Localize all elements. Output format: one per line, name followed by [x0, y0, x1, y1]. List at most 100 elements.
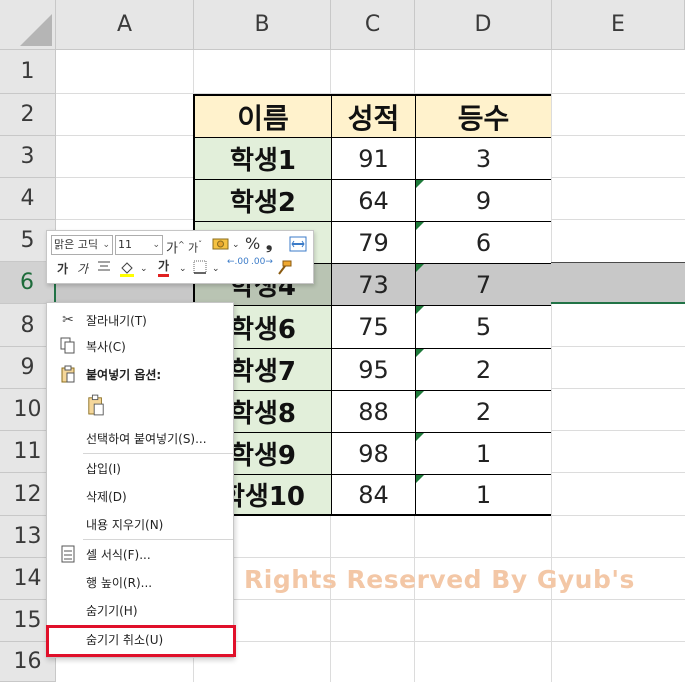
menu-item-label: 숨기기(H) — [86, 603, 138, 618]
chevron-down-icon[interactable]: ⌄ — [232, 235, 240, 255]
menu-item-label: 붙여넣기 옵션: — [86, 367, 162, 382]
table-cell-rank[interactable]: 2 — [416, 391, 551, 433]
menu-item-label: 복사(C) — [86, 339, 126, 354]
table-header-rank[interactable]: 등수 — [416, 96, 551, 138]
table-header-score[interactable]: 성적 — [332, 96, 416, 138]
error-indicator-icon — [416, 475, 424, 483]
chevron-down-icon[interactable]: ⌄ — [212, 259, 220, 279]
table-cell-rank[interactable]: 1 — [416, 433, 551, 475]
table-cell-score[interactable]: 73 — [332, 264, 416, 306]
italic-icon[interactable]: 가 — [77, 259, 88, 279]
table-cell-name[interactable]: 학생2 — [195, 180, 332, 222]
row-header-3[interactable]: 3 — [0, 136, 56, 178]
error-indicator-icon — [416, 180, 424, 188]
menu-item-paste-special[interactable]: 선택하여 붙여넣기(S)... — [47, 425, 233, 451]
error-indicator-icon — [416, 349, 424, 357]
menu-separator — [83, 539, 233, 540]
shrink-font-icon[interactable]: 가ˇ — [188, 235, 202, 259]
grow-font-icon[interactable]: 가^ — [166, 235, 185, 259]
table-cell-score[interactable]: 95 — [332, 349, 416, 391]
chevron-down-icon[interactable]: ⌄ — [179, 259, 187, 279]
table-cell-rank[interactable]: 9 — [416, 180, 551, 222]
menu-item-clear-contents[interactable]: 내용 지우기(N) — [47, 511, 233, 537]
row-header-4[interactable]: 4 — [0, 178, 56, 220]
table-cell-name[interactable]: 학생1 — [195, 138, 332, 180]
column-header-b[interactable]: B — [194, 0, 331, 50]
paste-button[interactable] — [47, 391, 233, 423]
menu-item-delete[interactable]: 삭제(D) — [47, 483, 233, 509]
table-cell-rank[interactable]: 1 — [416, 475, 551, 514]
align-center-icon[interactable] — [96, 259, 112, 282]
comma-style-icon[interactable]: ❟ — [266, 234, 272, 254]
menu-item-row-height[interactable]: 행 높이(R)... — [47, 569, 233, 595]
table-cell-rank[interactable]: 3 — [416, 138, 551, 180]
context-menu: ✂ 잘라내기(T) 복사(C) 붙여넣기 옵션: 선택하여 붙여넣기(S)...… — [46, 302, 234, 658]
format-cells-icon — [59, 544, 77, 564]
column-header-a[interactable]: A — [56, 0, 194, 50]
mini-toolbar: 맑은 고딕 ⌄ 11 ⌄ 가^ 가ˇ ⌄ % ❟ 가 가 ⌄ 가 ⌄ ⌄ ←.0… — [46, 230, 314, 284]
menu-item-copy[interactable]: 복사(C) — [47, 333, 233, 359]
table-cell-rank-value: 2 — [475, 397, 492, 426]
table-cell-score[interactable]: 88 — [332, 391, 416, 433]
error-indicator-icon — [416, 264, 424, 272]
borders-icon[interactable] — [192, 259, 208, 282]
menu-item-insert[interactable]: 삽입(I) — [47, 455, 233, 481]
table-cell-rank[interactable]: 5 — [416, 306, 551, 349]
table-cell-score[interactable]: 91 — [332, 138, 416, 180]
table-cell-score[interactable]: 84 — [332, 475, 416, 514]
column-header-d[interactable]: D — [415, 0, 552, 50]
chevron-down-icon[interactable]: ⌄ — [140, 259, 148, 279]
menu-item-hide[interactable]: 숨기기(H) — [47, 597, 233, 623]
watermark-text: Rights Reserved By Gyub's — [244, 565, 635, 594]
table-cell-rank-value: 7 — [475, 270, 492, 299]
table-cell-rank[interactable]: 2 — [416, 349, 551, 391]
menu-item-label: 선택하여 붙여넣기(S)... — [86, 431, 207, 446]
format-painter-icon[interactable] — [275, 259, 293, 284]
font-color-icon[interactable]: 가 — [158, 258, 170, 277]
font-name-box[interactable]: 맑은 고딕 ⌄ — [51, 235, 113, 255]
menu-separator — [83, 453, 233, 454]
increase-decimal-icon[interactable]: ←.00 — [227, 257, 249, 267]
wrap-text-icon[interactable] — [289, 235, 307, 260]
column-header-e[interactable]: E — [552, 0, 685, 50]
table-cell-score[interactable]: 64 — [332, 180, 416, 222]
copy-icon — [59, 336, 77, 356]
menu-item-label: 삭제(D) — [86, 489, 127, 504]
table-cell-rank-value: 5 — [475, 313, 492, 341]
paste-icon — [87, 394, 105, 416]
menu-item-label: 잘라내기(T) — [86, 313, 147, 328]
table-cell-rank-value: 2 — [475, 355, 492, 384]
highlight-box — [46, 625, 236, 657]
menu-item-format-cells[interactable]: 셀 서식(F)... — [47, 541, 233, 567]
table-cell-rank-value: 1 — [475, 480, 492, 509]
menu-item-label: 삽입(I) — [86, 461, 121, 476]
column-header-c[interactable]: C — [331, 0, 415, 50]
error-indicator-icon — [416, 391, 424, 399]
table-cell-rank-value: 6 — [475, 228, 492, 257]
table-header-name[interactable]: 이름 — [195, 96, 332, 138]
select-all-corner[interactable] — [0, 0, 56, 50]
row-header-2[interactable]: 2 — [0, 94, 56, 136]
font-name-value: 맑은 고딕 — [54, 238, 98, 251]
table-cell-rank[interactable]: 7 — [416, 264, 551, 306]
table-cell-score[interactable]: 79 — [332, 222, 416, 264]
row-header-1[interactable]: 1 — [0, 50, 56, 94]
scissors-icon: ✂ — [62, 312, 74, 328]
font-size-box[interactable]: 11 ⌄ — [115, 235, 163, 255]
error-indicator-icon — [416, 433, 424, 441]
bold-icon[interactable]: 가 — [57, 259, 68, 279]
error-indicator-icon — [416, 306, 424, 314]
fill-color-icon[interactable] — [118, 259, 136, 284]
percent-icon[interactable]: % — [245, 234, 260, 254]
student-score-table: 이름 성적 등수 학생1 91 3 학생2 64 9 학생3 79 6 학생4 … — [193, 94, 551, 516]
table-cell-rank-value: 9 — [475, 186, 492, 215]
table-cell-rank-value: 1 — [475, 439, 492, 468]
table-cell-score[interactable]: 98 — [332, 433, 416, 475]
table-cell-score[interactable]: 75 — [332, 306, 416, 349]
chevron-down-icon: ⌄ — [152, 240, 160, 250]
menu-item-cut[interactable]: ✂ 잘라내기(T) — [47, 307, 233, 333]
decrease-decimal-icon[interactable]: .00→ — [251, 257, 273, 267]
menu-item-label: 행 높이(R)... — [86, 575, 153, 590]
table-cell-rank[interactable]: 6 — [416, 222, 551, 264]
menu-item-label: 셀 서식(F)... — [86, 547, 151, 562]
